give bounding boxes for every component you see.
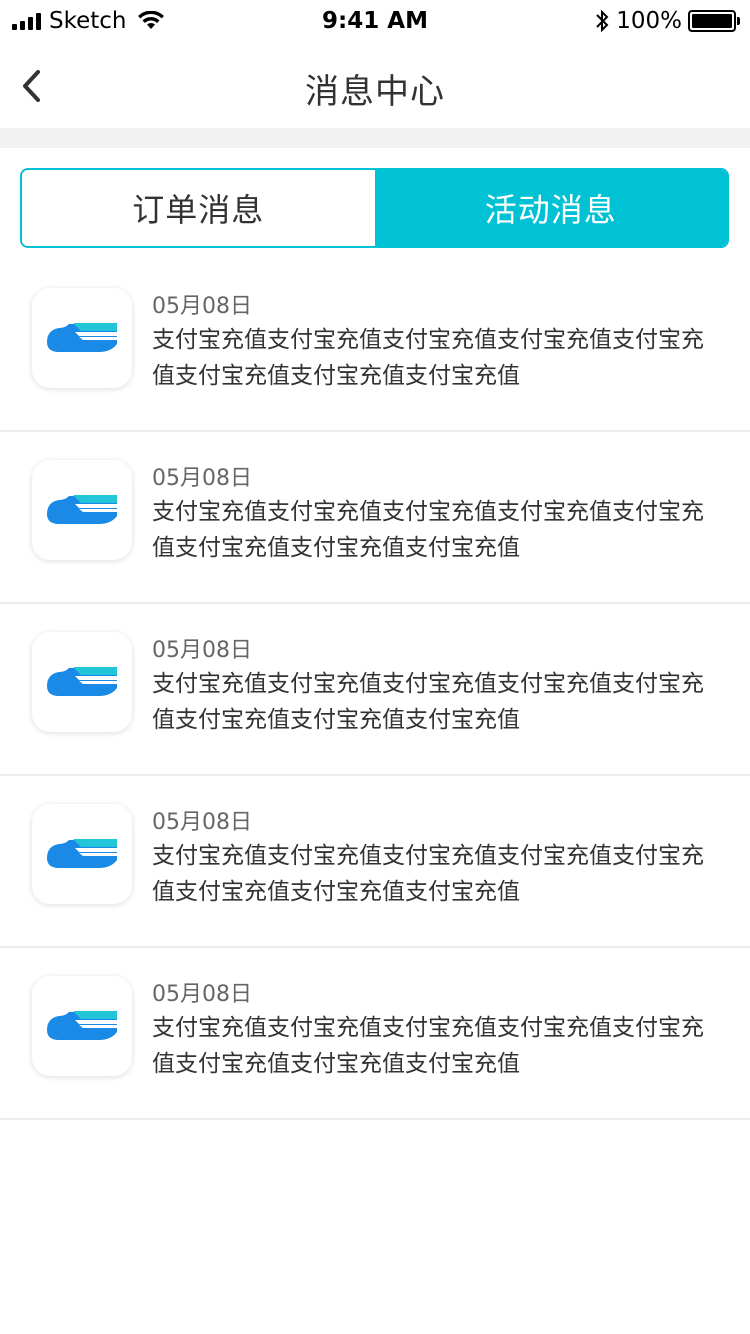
message-text: 支付宝充值支付宝充值支付宝充值支付宝充值支付宝充值支付宝充值支付宝充值支付宝充值 xyxy=(152,327,704,389)
message-date: 05月08日 xyxy=(152,638,252,663)
message-list: 05月08日 支付宝充值支付宝充值支付宝充值支付宝充值支付宝充值支付宝充值支付宝… xyxy=(0,260,750,1120)
list-item[interactable]: 05月08日 支付宝充值支付宝充值支付宝充值支付宝充值支付宝充值支付宝充值支付宝… xyxy=(0,604,750,776)
bluetooth-icon xyxy=(596,9,609,33)
tab-activity-messages[interactable]: 活动消息 xyxy=(374,170,727,246)
page-title: 消息中心 xyxy=(305,72,445,112)
list-item[interactable]: 05月08日 支付宝充值支付宝充值支付宝充值支付宝充值支付宝充值支付宝充值支付宝… xyxy=(0,432,750,604)
status-right: 100% xyxy=(594,8,740,34)
message-text: 支付宝充值支付宝充值支付宝充值支付宝充值支付宝充值支付宝充值支付宝充值支付宝充值 xyxy=(152,843,704,905)
section-divider xyxy=(0,128,750,148)
message-text: 支付宝充值支付宝充值支付宝充值支付宝充值支付宝充值支付宝充值支付宝充值支付宝充值 xyxy=(152,1015,704,1077)
app-logo-icon xyxy=(32,632,132,732)
list-item[interactable]: 05月08日 支付宝充值支付宝充值支付宝充值支付宝充值支付宝充值支付宝充值支付宝… xyxy=(0,948,750,1120)
app-logo-icon xyxy=(32,804,132,904)
app-logo-icon xyxy=(32,288,132,388)
message-text: 支付宝充值支付宝充值支付宝充值支付宝充值支付宝充值支付宝充值支付宝充值支付宝充值 xyxy=(152,671,704,733)
message-date: 05月08日 xyxy=(152,294,252,319)
segmented-tabs: 订单消息 活动消息 xyxy=(20,168,729,248)
app-logo-icon xyxy=(32,460,132,560)
message-date: 05月08日 xyxy=(152,982,252,1007)
tab-order-messages[interactable]: 订单消息 xyxy=(22,170,375,246)
status-bar: Sketch 9:41 AM 100% xyxy=(0,0,750,42)
message-date: 05月08日 xyxy=(152,466,252,491)
message-text: 支付宝充值支付宝充值支付宝充值支付宝充值支付宝充值支付宝充值支付宝充值支付宝充值 xyxy=(152,499,704,561)
list-item[interactable]: 05月08日 支付宝充值支付宝充值支付宝充值支付宝充值支付宝充值支付宝充值支付宝… xyxy=(0,776,750,948)
nav-bar: 消息中心 xyxy=(0,42,750,128)
list-item[interactable]: 05月08日 支付宝充值支付宝充值支付宝充值支付宝充值支付宝充值支付宝充值支付宝… xyxy=(0,260,750,432)
battery-percent: 100% xyxy=(616,8,682,34)
app-logo-icon xyxy=(32,976,132,1076)
battery-icon xyxy=(688,10,740,32)
message-date: 05月08日 xyxy=(152,810,252,835)
